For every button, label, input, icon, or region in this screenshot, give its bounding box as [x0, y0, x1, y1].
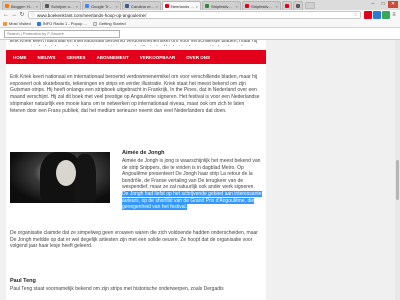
nav-nieuws[interactable]: NIEUWS	[38, 55, 56, 60]
photo-hair-shape	[74, 154, 96, 203]
browser-tab[interactable]: Stripfestival rl...×	[242, 1, 281, 10]
tab-close-icon[interactable]: ×	[276, 4, 278, 9]
tab-close-icon[interactable]: ×	[196, 4, 198, 9]
nav-abonnement[interactable]: ABONNEMENT	[97, 55, 129, 60]
article-column: Erik Kriek keert nationaal en internatio…	[6, 40, 266, 300]
tab-favicon-icon	[125, 4, 129, 8]
bookmark-star-icon[interactable]: ☆	[354, 12, 358, 18]
window-controls: – □ ✕	[368, 1, 398, 8]
bookmark-label: INFO Radio 1 - Popup ...	[42, 21, 87, 26]
bio-continued: De organisatie claimde dat ze simpelweg …	[10, 230, 262, 250]
browser-tab[interactable]	[293, 1, 303, 10]
article-intro-top: Erik Kriek keert nationaal en internatio…	[10, 40, 258, 46]
extension-icon[interactable]	[382, 11, 390, 19]
tab-label: Stripfestival ne...	[211, 3, 235, 9]
maximize-icon[interactable]: □	[378, 1, 388, 8]
browser-tab[interactable]	[282, 1, 292, 10]
url-text: www.boekenkrant.com/neerlands-hoop-op-an…	[37, 12, 147, 18]
tab-favicon-icon	[85, 4, 89, 8]
tab-label: Carolina rev...	[131, 3, 155, 9]
section-paragraph: Paul Teng staat voornamelijk bekend om z…	[10, 286, 224, 292]
nav-home[interactable]: HOME	[13, 55, 27, 60]
selected-text: De Jongh had liefst op het schrijvende g…	[122, 190, 262, 211]
tab-close-icon[interactable]: ×	[156, 4, 158, 9]
forward-icon[interactable]: →	[10, 11, 18, 19]
web-page: Erik Kriek keert nationaal en internatio…	[0, 40, 400, 300]
page-icon	[92, 21, 97, 26]
article-paragraph: Erik Kriek keert nationaal en internatio…	[10, 74, 260, 114]
bookmark-getting-started[interactable]: Getting Started	[92, 21, 126, 26]
folder-icon	[3, 21, 7, 26]
tab-favicon-icon	[285, 4, 289, 8]
tab-favicon-icon	[45, 4, 49, 8]
extension-icon[interactable]	[373, 11, 381, 19]
radio-icon	[36, 21, 41, 26]
tab-label: Neerlands h...	[171, 3, 195, 9]
browser-tab[interactable]: Neerlands h... ×	[162, 1, 201, 10]
tab-strip: Blogger: Help vi...×Schrijver onderw...×…	[2, 0, 304, 10]
bio-text-after: De organisatie claimde dat ze simpelweg …	[10, 230, 258, 250]
search-toolbar	[0, 28, 400, 40]
search-input[interactable]	[4, 29, 120, 38]
bio-heading: Aimée de Jongh	[122, 150, 165, 156]
menu-icon[interactable]: ≡	[390, 11, 398, 19]
nav-over-ons[interactable]: OVER ONS	[186, 55, 210, 60]
browser-tab[interactable]: Stripfestival ne...×	[202, 1, 241, 10]
browser-toolbar: ← → ↻ ⓘ www.boekenkrant.com/neerlands-ho…	[0, 10, 400, 20]
page-sidebar	[272, 40, 400, 300]
tab-favicon-icon	[245, 4, 249, 8]
bio-text: Aimée de Jongh is jong is waarschijnlijk…	[122, 158, 261, 191]
bookmark-most-visited[interactable]: Most Visited	[3, 21, 31, 26]
main-nav: HOME NIEUWS GENRES ABONNEMENT VERKOOPBAA…	[6, 50, 266, 64]
tab-favicon-icon	[296, 4, 300, 8]
scrollbar-thumb[interactable]	[396, 160, 399, 200]
photo-face-shape	[56, 160, 76, 186]
tab-favicon-icon	[5, 4, 9, 8]
browser-tab[interactable]: Schrijver onderw...×	[42, 1, 81, 10]
tab-favicon-icon	[165, 4, 169, 8]
tab-label: Stripfestival rl...	[251, 3, 275, 9]
tab-bar: Blogger: Help vi...×Schrijver onderw...×…	[0, 0, 400, 10]
bio-paragraph: Aimée de Jongh is jong is waarschijnlijk…	[122, 158, 262, 211]
tab-close-icon[interactable]: ×	[36, 4, 38, 9]
browser-tab[interactable]: Blogger: Help vi...×	[2, 1, 41, 10]
author-photo	[10, 152, 110, 203]
tab-close-icon[interactable]: ×	[116, 4, 118, 9]
tab-label: Blogger: Help vi...	[11, 3, 35, 9]
tab-label: Schrijver onderw...	[51, 3, 75, 9]
bookmarks-bar: Most Visited INFO Radio 1 - Popup ... Ge…	[0, 20, 400, 28]
address-bar[interactable]: ⓘ www.boekenkrant.com/neerlands-hoop-op-…	[28, 11, 361, 19]
browser-tab[interactable]: Google Translate×	[82, 1, 121, 10]
tab-label: Google Translate	[91, 3, 115, 9]
close-window-icon[interactable]: ✕	[388, 1, 398, 8]
section-heading: Paul Teng	[10, 278, 36, 284]
nav-verkoopbaar[interactable]: VERKOOPBAAR	[140, 55, 176, 60]
tab-close-icon[interactable]: ×	[76, 4, 78, 9]
minimize-icon[interactable]: –	[368, 1, 378, 8]
browser-tab[interactable]: Carolina rev... ×	[122, 1, 161, 10]
reload-icon[interactable]: ↻	[18, 11, 26, 19]
page-info-icon[interactable]: ⓘ	[31, 12, 35, 18]
tab-close-icon[interactable]: ×	[236, 4, 238, 9]
new-tab-button[interactable]	[305, 2, 315, 9]
back-icon[interactable]: ←	[2, 11, 10, 19]
bookmark-label: Getting Started	[98, 21, 126, 26]
extension-icon[interactable]	[364, 11, 372, 19]
tab-favicon-icon	[205, 4, 209, 8]
bookmark-info-radio[interactable]: INFO Radio 1 - Popup ...	[36, 21, 87, 26]
nav-genres[interactable]: GENRES	[67, 55, 86, 60]
bookmark-label: Most Visited	[9, 21, 31, 26]
